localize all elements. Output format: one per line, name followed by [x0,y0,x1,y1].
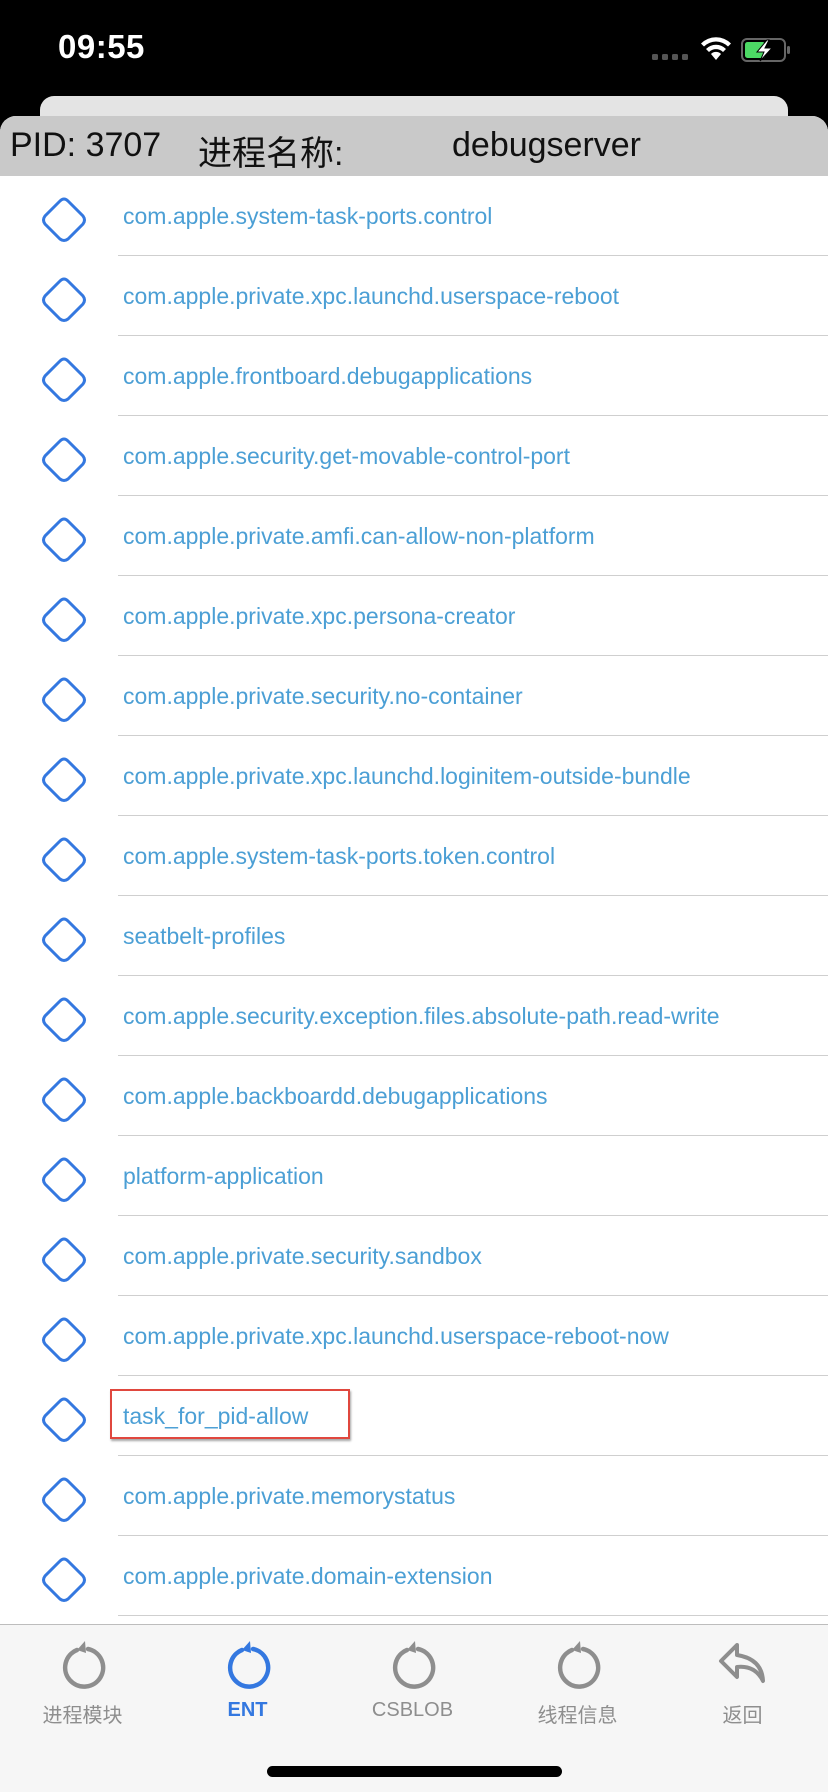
entitlements-sheet: PID: 3707 进程名称: debugserver com.apple.sy… [0,116,828,1792]
entitlement-label[interactable]: com.apple.private.memorystatus [123,1456,788,1536]
entitlement-row[interactable]: com.apple.security.exception.files.absol… [0,976,828,1056]
diamond-icon [42,277,86,322]
tab-label: ENT [227,1699,268,1721]
diamond-icon [42,1557,86,1602]
diamond-icon [42,837,86,882]
entitlement-row[interactable]: com.apple.private.memorystatus [0,1456,828,1536]
entitlement-label[interactable]: com.apple.private.amfi.can-allow-non-pla… [123,496,788,576]
entitlement-label[interactable]: com.apple.private.xpc.persona-creator [123,576,788,656]
process-name: debugserver [452,126,642,164]
entitlement-row[interactable]: com.apple.system-task-ports.control [0,176,828,256]
tab-label: 返回 [722,1705,763,1727]
refresh-icon [227,1641,270,1689]
row-separator [118,1615,828,1616]
tab-5[interactable]: 返回 [660,1625,825,1735]
diamond-icon [42,1397,86,1442]
diamond-icon [42,1477,86,1522]
entitlement-row[interactable]: com.apple.frontboard.debugapplications [0,336,828,416]
entitlement-row[interactable]: com.apple.private.security.no-container [0,656,828,736]
entitlement-label[interactable]: com.apple.private.xpc.launchd.loginitem-… [123,736,788,816]
diamond-icon [42,1237,86,1282]
tab-label: 进程模块 [42,1705,123,1727]
entitlement-row[interactable]: seatbelt-profiles [0,896,828,976]
diamond-icon [42,677,86,722]
entitlement-row[interactable]: platform-application [0,1136,828,1216]
entitlements-list[interactable]: com.apple.system-task-ports.control com.a… [0,176,828,1616]
entitlement-row[interactable]: com.apple.private.xpc.launchd.userspace-… [0,256,828,336]
diamond-icon [42,1157,86,1202]
entitlement-label[interactable]: com.apple.system-task-ports.control [123,176,788,256]
entitlement-row[interactable]: com.apple.private.xpc.launchd.loginitem-… [0,736,828,816]
tab-1[interactable]: 进程模块 [0,1625,165,1735]
entitlement-label[interactable]: com.apple.security.get-movable-control-p… [123,416,788,496]
back-arrow-icon [718,1643,765,1683]
process-pid: PID: 3707 [10,126,162,164]
entitlement-row[interactable]: com.apple.backboardd.debugapplications [0,1056,828,1136]
entitlement-row[interactable]: com.apple.security.get-movable-control-p… [0,416,828,496]
diamond-icon [42,197,86,242]
diamond-icon [42,1077,86,1122]
diamond-icon [42,597,86,642]
diamond-icon [42,437,86,482]
entitlement-label[interactable]: com.apple.frontboard.debugapplications [123,336,788,416]
entitlement-label[interactable]: com.apple.private.security.sandbox [123,1216,788,1296]
entitlement-label[interactable]: com.apple.private.xpc.launchd.userspace-… [123,256,788,336]
entitlement-label[interactable]: com.apple.backboardd.debugapplications [123,1056,788,1136]
entitlement-label[interactable]: com.apple.private.domain-extension [123,1536,788,1616]
process-header: PID: 3707 进程名称: debugserver [0,116,828,176]
status-time: 09:55 [58,28,145,65]
refresh-icon [392,1641,435,1689]
tab-3[interactable]: CSBLOB [330,1625,495,1735]
entitlement-label[interactable]: com.apple.security.exception.files.absol… [123,976,788,1056]
entitlement-row[interactable]: com.apple.system-task-ports.token.contro… [0,816,828,896]
tab-2[interactable]: ENT [165,1625,330,1735]
status-bar: 09:55 [0,0,828,96]
entitlement-label[interactable]: com.apple.private.security.no-container [123,656,788,736]
battery-charging-icon [741,38,790,62]
entitlement-row[interactable]: task_for_pid-allow [0,1376,828,1456]
entitlement-row[interactable]: com.apple.private.amfi.can-allow-non-pla… [0,496,828,576]
tab-label: 线程信息 [537,1705,618,1727]
entitlement-label[interactable]: com.apple.private.xpc.launchd.userspace-… [123,1296,788,1376]
entitlement-row[interactable]: com.apple.private.domain-extension [0,1536,828,1616]
entitlement-label[interactable]: platform-application [123,1136,788,1216]
tab-4[interactable]: 线程信息 [495,1625,660,1735]
diamond-icon [42,917,86,962]
refresh-icon [62,1641,105,1689]
cellular-signal-icon [652,54,688,60]
entitlement-label[interactable]: com.apple.system-task-ports.token.contro… [123,816,788,896]
home-indicator [267,1766,562,1777]
diamond-icon [42,1317,86,1362]
diamond-icon [42,757,86,802]
wifi-icon [701,37,731,60]
entitlement-row[interactable]: com.apple.private.xpc.persona-creator [0,576,828,656]
app-screen: 09:55 PID: 3707 进程名称: debugserver com.ap… [0,0,828,1792]
diamond-icon [42,357,86,402]
entitlement-row[interactable]: com.apple.private.security.sandbox [0,1216,828,1296]
diamond-icon [42,997,86,1042]
tab-label: CSBLOB [371,1699,454,1721]
entitlement-label[interactable]: task_for_pid-allow [123,1376,788,1456]
diamond-icon [42,517,86,562]
entitlement-row[interactable]: com.apple.private.xpc.launchd.userspace-… [0,1296,828,1376]
process-name-label: 进程名称: [198,135,344,173]
refresh-icon [557,1641,600,1689]
entitlement-label[interactable]: seatbelt-profiles [123,896,788,976]
